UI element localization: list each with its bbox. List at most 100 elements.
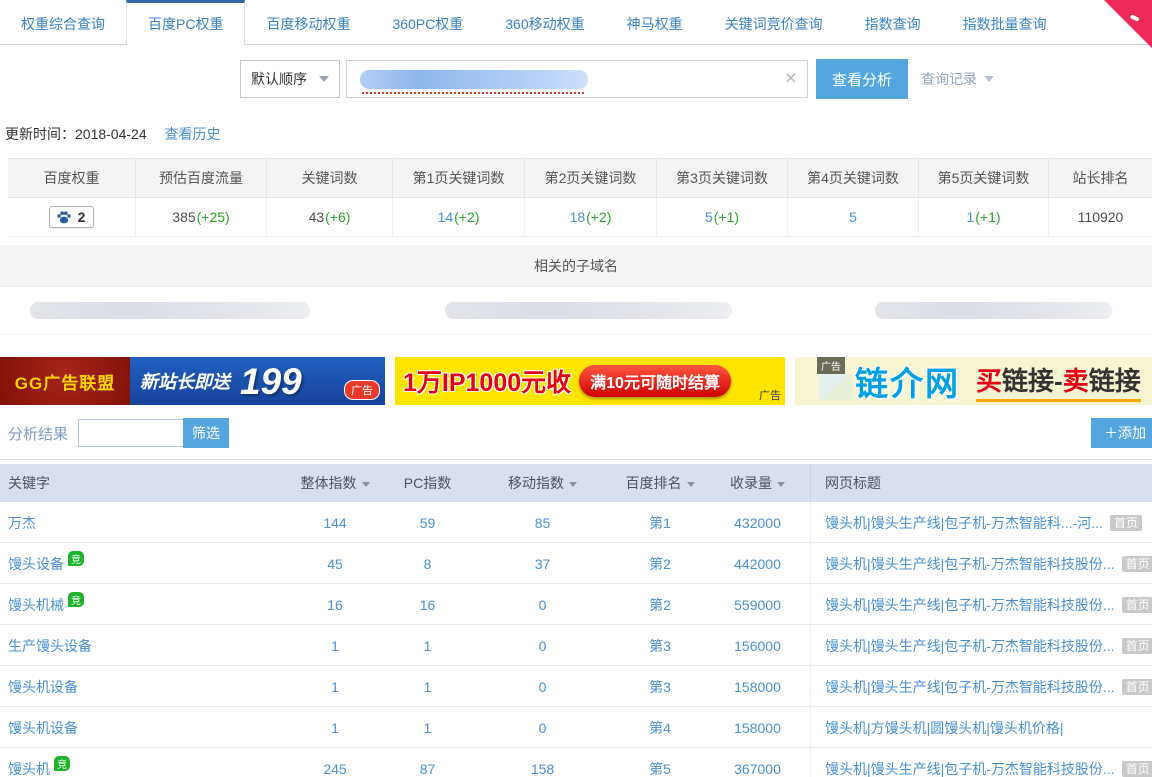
pc-index-value: 16 bbox=[385, 597, 470, 613]
add-button[interactable]: ＋添加 bbox=[1091, 418, 1152, 448]
keyword-link[interactable]: 馒头机械 bbox=[8, 595, 64, 615]
indexed-count-value[interactable]: 158000 bbox=[705, 679, 810, 695]
redacted-subdomain-link[interactable] bbox=[30, 302, 310, 319]
tab-index-query[interactable]: 指数查询 bbox=[844, 0, 942, 45]
ad-banner-row: GG广告联盟 新站长即送 199 广告 1万IP1000元收 满10元可随时结算… bbox=[0, 357, 1152, 405]
baidu-weight-badge[interactable]: 2 bbox=[49, 206, 95, 228]
keyword-link[interactable]: 馒头机设备 bbox=[8, 677, 78, 697]
page-title-link[interactable]: 馒头机|馒头生产线|包子机-万杰智能科技股份... bbox=[825, 554, 1115, 574]
table-row: 馒头设备竞 45 8 37 第2 442000 馒头机|馒头生产线|包子机-万杰… bbox=[0, 543, 1152, 584]
page-title-link[interactable]: 馒头机|馒头生产线|包子机-万杰智能科技股份... bbox=[825, 595, 1115, 615]
col-baidu-rank[interactable]: 百度排名 bbox=[615, 473, 705, 493]
chevron-down-icon bbox=[984, 76, 994, 82]
pc-index-value: 59 bbox=[385, 515, 470, 531]
sort-arrow-icon[interactable] bbox=[687, 482, 695, 487]
overall-index-value[interactable]: 45 bbox=[285, 556, 385, 572]
overall-index-value[interactable]: 1 bbox=[285, 679, 385, 695]
summary-header: 第4页关键词数 bbox=[788, 159, 919, 198]
col-overall-index[interactable]: 整体指数 bbox=[285, 473, 385, 493]
tab-baidu-mobile-weight[interactable]: 百度移动权重 bbox=[245, 0, 371, 45]
domain-input[interactable]: × bbox=[346, 60, 808, 98]
summary-header: 预估百度流量 bbox=[136, 159, 267, 198]
mobile-index-value: 158 bbox=[470, 761, 615, 777]
ad-banner-link-market[interactable]: 广告 链介网 买链接-卖链接 bbox=[795, 357, 1152, 405]
indexed-count-value[interactable]: 442000 bbox=[705, 556, 810, 572]
baidu-rank-value: 第4 bbox=[615, 718, 705, 738]
analyze-button[interactable]: 查看分析 bbox=[816, 59, 908, 99]
col-pc-index[interactable]: PC指数 bbox=[385, 473, 470, 493]
page-title-link[interactable]: 馒头机|馒头生产线|包子机-万杰智能科技股份... bbox=[825, 759, 1115, 777]
ad-banner-ip-buy[interactable]: 1万IP1000元收 满10元可随时结算 广告 bbox=[395, 357, 785, 405]
keyword-link[interactable]: 生产馒头设备 bbox=[8, 636, 92, 656]
overall-index-value[interactable]: 1 bbox=[285, 720, 385, 736]
keyword-link[interactable]: 馒头机 bbox=[8, 759, 50, 777]
col-mobile-index-label: 移动指数 bbox=[508, 475, 564, 491]
overall-index-value[interactable]: 1 bbox=[285, 638, 385, 654]
table-row: 馒头机竞 245 87 158 第5 367000 馒头机|馒头生产线|包子机-… bbox=[0, 748, 1152, 777]
page2-keywords-value[interactable]: 18 bbox=[570, 209, 586, 225]
overall-index-value[interactable]: 245 bbox=[285, 761, 385, 777]
tab-360-mobile-weight[interactable]: 360移动权重 bbox=[484, 0, 605, 45]
baidu-weight-value: 2 bbox=[78, 209, 86, 225]
col-mobile-index[interactable]: 移动指数 bbox=[470, 473, 615, 493]
summary-header-row: 百度权重 预估百度流量 关键词数 第1页关键词数 第2页关键词数 第3页关键词数… bbox=[8, 159, 1152, 198]
tab-360-pc-weight[interactable]: 360PC权重 bbox=[371, 0, 484, 45]
indexed-count-value[interactable]: 156000 bbox=[705, 638, 810, 654]
sort-arrow-icon[interactable] bbox=[569, 482, 577, 487]
bid-icon: 竞 bbox=[68, 592, 84, 607]
query-history-dropdown[interactable]: 查询记录 bbox=[921, 69, 994, 89]
col-indexed-count[interactable]: 收录量 bbox=[705, 473, 810, 493]
summary-header: 第2页关键词数 bbox=[525, 159, 657, 198]
keyword-link[interactable]: 馒头设备 bbox=[8, 554, 64, 574]
tab-shenma-weight[interactable]: 神马权重 bbox=[606, 0, 704, 45]
ad2-pill: 满10元可随时结算 bbox=[579, 365, 731, 397]
page-title-link[interactable]: 馒头机|馒头生产线|包子机-万杰智能科技股份... bbox=[825, 677, 1115, 697]
summary-header: 站长排名 bbox=[1049, 159, 1152, 198]
page1-keywords-value[interactable]: 14 bbox=[438, 209, 454, 225]
indexed-count-value[interactable]: 367000 bbox=[705, 761, 810, 777]
redacted-subdomain-link[interactable] bbox=[445, 302, 732, 319]
sort-arrow-icon[interactable] bbox=[777, 482, 785, 487]
summary-value-row: 2 385(+25) 43(+6) 14(+2) 18(+2) 5(+1) 5 … bbox=[8, 198, 1152, 237]
ad2-ad-tag: 广告 bbox=[759, 387, 781, 403]
tab-keyword-bid-query[interactable]: 关键词竞价查询 bbox=[704, 0, 844, 45]
table-row: 万杰竞 144 59 85 第1 432000 馒头机|馒头生产线|包子机-万杰… bbox=[0, 502, 1152, 543]
col-baidu-rank-label: 百度排名 bbox=[626, 475, 682, 491]
indexed-count-value[interactable]: 559000 bbox=[705, 597, 810, 613]
redacted-subdomain-link[interactable] bbox=[875, 302, 1112, 319]
clear-icon[interactable]: × bbox=[785, 65, 797, 92]
filter-button[interactable]: 筛选 bbox=[183, 418, 229, 448]
page-title-link[interactable]: 馒头机|方馒头机|圆馒头机|馒头机价格| bbox=[825, 718, 1064, 738]
col-keyword[interactable]: 关键字 bbox=[0, 473, 285, 493]
pc-index-value: 1 bbox=[385, 638, 470, 654]
ad3-slogan: 买链接-卖链接 bbox=[976, 361, 1141, 402]
overall-index-value[interactable]: 16 bbox=[285, 597, 385, 613]
bid-icon: 竞 bbox=[68, 551, 84, 566]
keyword-link[interactable]: 馒头机设备 bbox=[8, 718, 78, 738]
tab-baidu-pc-weight[interactable]: 百度PC权重 bbox=[126, 0, 245, 45]
mobile-index-value: 0 bbox=[470, 720, 615, 736]
ad3-sell: 卖 bbox=[1063, 366, 1089, 396]
keyword-link[interactable]: 万杰 bbox=[8, 513, 36, 533]
page2-keywords-delta: (+2) bbox=[586, 209, 611, 225]
indexed-count-value[interactable]: 158000 bbox=[705, 720, 810, 736]
webmaster-rank-value: 110920 bbox=[1078, 209, 1124, 225]
page4-keywords-value[interactable]: 5 bbox=[849, 209, 857, 225]
page5-keywords-value[interactable]: 1 bbox=[966, 209, 974, 225]
overall-index-value[interactable]: 144 bbox=[285, 515, 385, 531]
page3-keywords-value[interactable]: 5 bbox=[705, 209, 713, 225]
summary-header: 第3页关键词数 bbox=[657, 159, 788, 198]
sort-order-select[interactable]: 默认顺序 bbox=[240, 60, 340, 98]
summary-header: 第1页关键词数 bbox=[393, 159, 525, 198]
homepage-badge: 首页 bbox=[1122, 761, 1152, 777]
page-title-link[interactable]: 馒头机|馒头生产线|包子机-万杰智能科技股份... bbox=[825, 636, 1115, 656]
page-title-link[interactable]: 馒头机|馒头生产线|包子机-万杰智能科...-河... bbox=[825, 513, 1103, 533]
summary-header: 百度权重 bbox=[8, 159, 136, 198]
tab-weight-overview[interactable]: 权重综合查询 bbox=[0, 0, 126, 45]
ad-banner-gg-alliance[interactable]: GG广告联盟 新站长即送 199 广告 bbox=[0, 357, 385, 405]
indexed-count-value[interactable]: 432000 bbox=[705, 515, 810, 531]
sort-arrow-icon[interactable] bbox=[362, 482, 370, 487]
tab-index-batch-query[interactable]: 指数批量查询 bbox=[942, 0, 1068, 45]
view-history-link[interactable]: 查看历史 bbox=[165, 126, 221, 142]
keyword-filter-input[interactable] bbox=[78, 419, 184, 447]
